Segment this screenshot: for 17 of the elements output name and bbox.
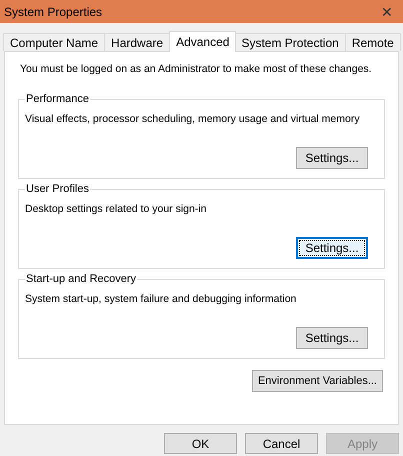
settings-button[interactable]: Settings...: [296, 326, 368, 349]
tab[interactable]: Computer Name: [3, 33, 106, 51]
group-description: Desktop settings related to your sign-in: [25, 202, 208, 217]
group-description: Visual effects, processor scheduling, memory usage and virtual memory: [25, 112, 361, 127]
group-title: Start-up and Recovery: [25, 272, 138, 286]
environment-variables-button[interactable]: Environment Variables...: [252, 370, 383, 392]
dialog-button[interactable]: OK: [164, 433, 237, 454]
settings-button[interactable]: Settings...: [296, 236, 368, 259]
window-title: System Properties: [4, 4, 102, 20]
tab[interactable]: Advanced: [169, 31, 236, 52]
admin-notice: You must be logged on as an Administrator to make most of these changes.: [19, 62, 373, 77]
settings-button[interactable]: Settings...: [296, 146, 368, 169]
close-button[interactable]: ✕: [381, 4, 393, 18]
tab[interactable]: System Protection: [234, 33, 346, 51]
tab[interactable]: Remote: [344, 33, 401, 51]
dialog-button[interactable]: Cancel: [245, 433, 318, 454]
group-description: System start-up, system failure and debugging information: [25, 292, 298, 307]
